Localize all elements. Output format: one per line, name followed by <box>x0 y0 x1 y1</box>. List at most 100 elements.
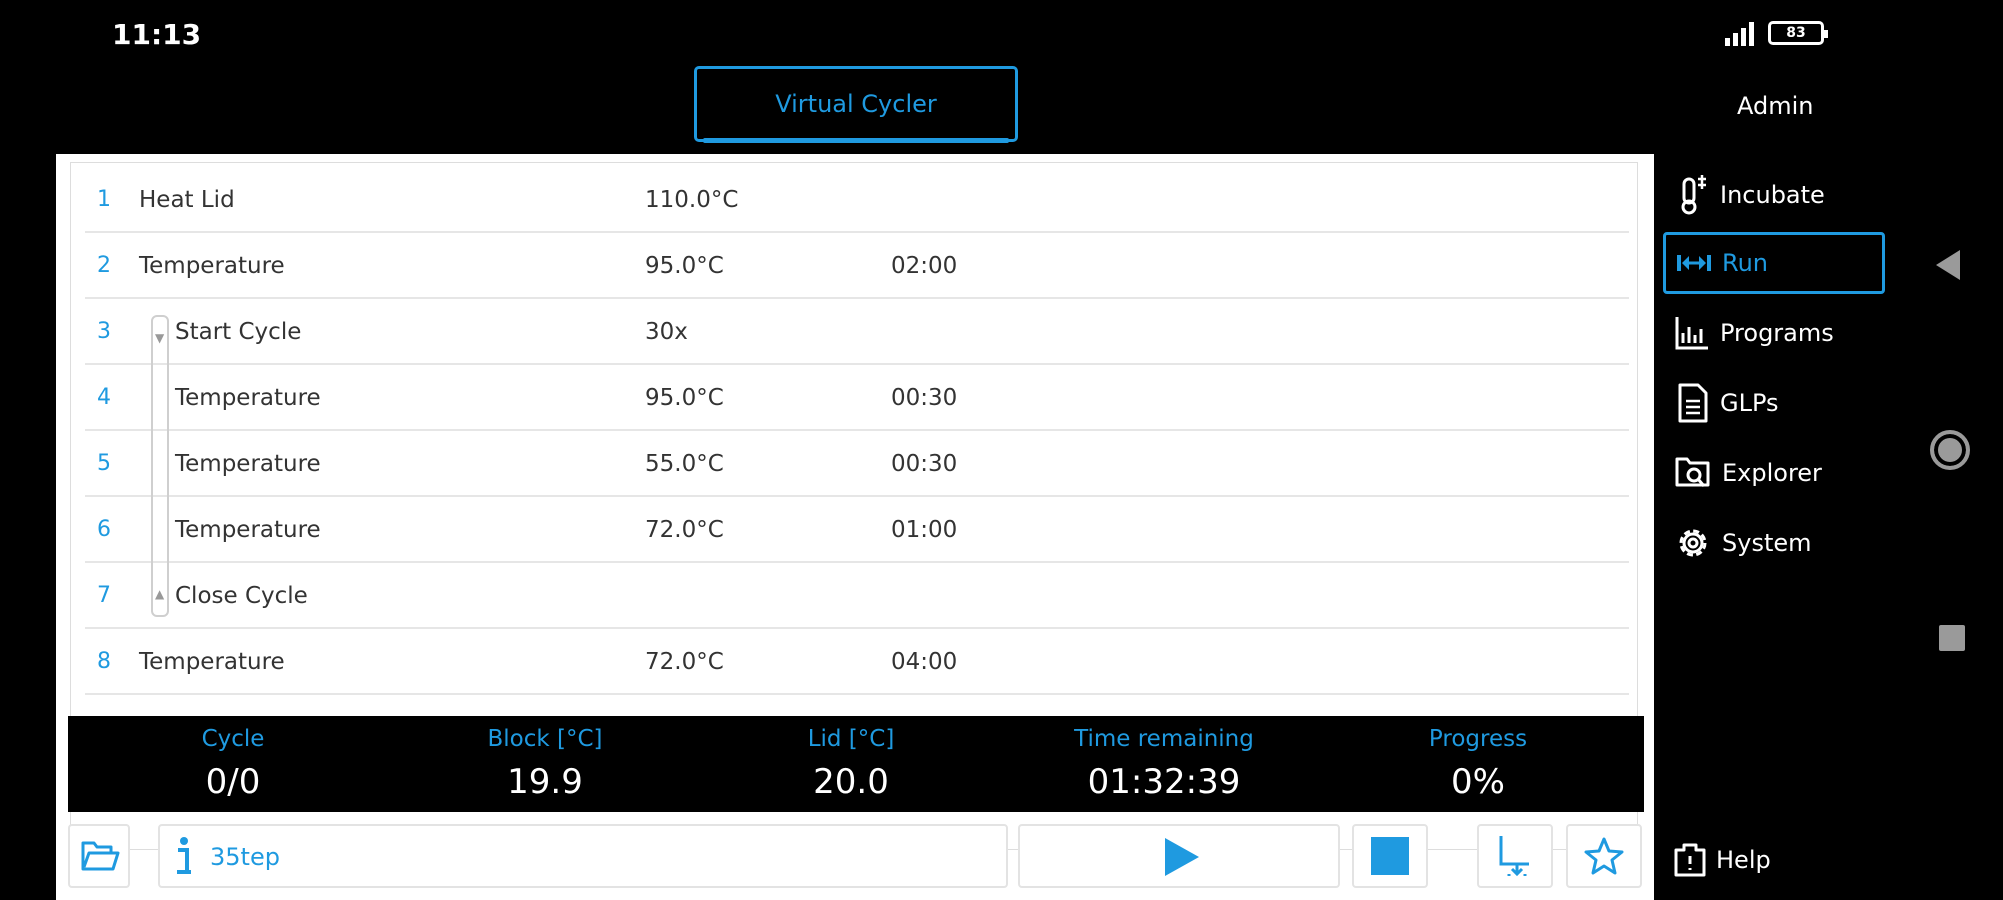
android-home-icon[interactable] <box>1930 430 1970 470</box>
step-time: 02:00 <box>891 253 958 279</box>
info-icon <box>177 837 191 874</box>
cycle-end-arrow-icon: ▲ <box>155 587 165 601</box>
step-name: Temperature <box>175 385 321 411</box>
step-row-4[interactable]: 4 Temperature 95.0°C 00:30 <box>85 365 1629 431</box>
lid-temp-value: 20.0 <box>813 762 889 802</box>
step-number: 2 <box>97 253 111 278</box>
nav-incubate-label: Incubate <box>1720 181 1825 209</box>
block-temp-value: 19.9 <box>507 762 583 802</box>
stop-icon <box>1371 837 1409 875</box>
block-temp-label: Block [°C] <box>487 726 603 752</box>
user-label[interactable]: Admin <box>1737 92 1814 120</box>
program-info-field[interactable]: 35tep <box>158 824 1008 888</box>
step-name: Temperature <box>139 253 285 279</box>
step-name: Close Cycle <box>175 583 308 609</box>
document-icon <box>1678 383 1708 423</box>
cycle-bracket: ▼ ▲ <box>151 315 169 617</box>
battery-icon: 83 <box>1768 21 1828 45</box>
android-recents-icon[interactable] <box>1939 625 1965 651</box>
step-number: 8 <box>97 649 111 674</box>
main-panel: 1 Heat Lid 110.0°C 2 Temperature 95.0°C … <box>56 154 1654 900</box>
open-folder-button[interactable] <box>68 824 130 888</box>
nav-run-label: Run <box>1722 249 1769 277</box>
program-name: 35tep <box>210 843 280 871</box>
cycle-readout: Cycle 0/0 <box>83 716 383 812</box>
step-time: 00:30 <box>891 451 958 477</box>
step-time: 01:00 <box>891 517 958 543</box>
step-row-3[interactable]: 3 Start Cycle 30x <box>85 299 1629 365</box>
nav-programs-label: Programs <box>1720 319 1834 347</box>
skip-step-icon <box>1499 836 1529 877</box>
cycle-start-arrow-icon: ▼ <box>155 331 165 345</box>
stop-run-button[interactable] <box>1352 824 1428 888</box>
progress-readout: Progress 0% <box>1328 716 1628 812</box>
nav-glps[interactable]: GLPs <box>1664 372 1884 434</box>
step-value: 72.0°C <box>645 517 724 543</box>
step-name: Start Cycle <box>175 319 302 345</box>
step-name: Temperature <box>139 649 285 675</box>
time-remaining-label: Time remaining <box>1074 726 1254 752</box>
step-name: Temperature <box>175 517 321 543</box>
step-row-6[interactable]: 6 Temperature 72.0°C 01:00 <box>85 497 1629 563</box>
step-name: Heat Lid <box>139 187 235 213</box>
folder-search-icon <box>1675 457 1710 487</box>
nav-programs[interactable]: Programs <box>1664 302 1884 364</box>
nav-run[interactable]: Run <box>1663 232 1885 294</box>
status-info-bar: Cycle 0/0 Block [°C] 19.9 Lid [°C] 20.0 … <box>68 716 1644 812</box>
play-icon <box>1165 838 1199 876</box>
battery-level: 83 <box>1786 25 1806 41</box>
lid-temp-readout: Lid [°C] 20.0 <box>701 716 1001 812</box>
step-row-8[interactable]: 8 Temperature 72.0°C 04:00 <box>85 629 1629 695</box>
tab-virtual-cycler-label: Virtual Cycler <box>775 90 937 118</box>
nav-glps-label: GLPs <box>1720 389 1779 417</box>
step-value: 95.0°C <box>645 253 724 279</box>
help-button[interactable]: Help <box>1672 842 1771 878</box>
step-row-7[interactable]: 7 Close Cycle <box>85 563 1629 629</box>
run-icon <box>1677 255 1711 271</box>
start-run-button[interactable] <box>1018 824 1340 888</box>
step-row-2[interactable]: 2 Temperature 95.0°C 02:00 <box>85 233 1629 299</box>
time-remaining-value: 01:32:39 <box>1087 762 1241 802</box>
chart-icon <box>1675 317 1708 350</box>
help-icon <box>1674 843 1706 877</box>
status-time: 11:13 <box>112 18 202 51</box>
cycle-value: 0/0 <box>205 762 261 802</box>
step-row-1[interactable]: 1 Heat Lid 110.0°C <box>85 167 1629 233</box>
step-value: 110.0°C <box>645 187 739 213</box>
step-row-5[interactable]: 5 Temperature 55.0°C 00:30 <box>85 431 1629 497</box>
step-number: 7 <box>97 583 111 608</box>
step-number: 4 <box>97 385 111 410</box>
step-value: 55.0°C <box>645 451 724 477</box>
nav-explorer-label: Explorer <box>1722 459 1822 487</box>
nav-system[interactable]: System <box>1664 512 1884 574</box>
help-label: Help <box>1716 846 1771 874</box>
star-icon <box>1584 837 1624 875</box>
status-icons: 83 <box>1725 20 1828 46</box>
step-number: 3 <box>97 319 111 344</box>
step-value: 72.0°C <box>645 649 724 675</box>
android-back-icon[interactable] <box>1936 250 1960 280</box>
nav-system-label: System <box>1722 529 1812 557</box>
gear-icon <box>1679 529 1707 557</box>
tab-virtual-cycler[interactable]: Virtual Cycler <box>694 66 1018 143</box>
cycle-label: Cycle <box>201 726 265 752</box>
favorite-button[interactable] <box>1566 824 1642 888</box>
signal-icon <box>1725 20 1754 46</box>
step-number: 5 <box>97 451 111 476</box>
progress-value: 0% <box>1451 762 1505 802</box>
step-value: 95.0°C <box>645 385 724 411</box>
step-number: 6 <box>97 517 111 542</box>
step-name: Temperature <box>175 451 321 477</box>
nav-explorer[interactable]: Explorer <box>1664 442 1884 504</box>
time-remaining-readout: Time remaining 01:32:39 <box>1014 716 1314 812</box>
step-number: 1 <box>97 187 111 212</box>
step-time: 00:30 <box>891 385 958 411</box>
block-temp-readout: Block [°C] 19.9 <box>395 716 695 812</box>
progress-label: Progress <box>1428 726 1528 752</box>
skip-step-button[interactable] <box>1477 824 1553 888</box>
nav-incubate[interactable]: Incubate <box>1664 164 1884 226</box>
folder-icon <box>81 841 120 871</box>
lid-temp-label: Lid [°C] <box>807 726 895 752</box>
step-value: 30x <box>645 319 688 345</box>
step-time: 04:00 <box>891 649 958 675</box>
